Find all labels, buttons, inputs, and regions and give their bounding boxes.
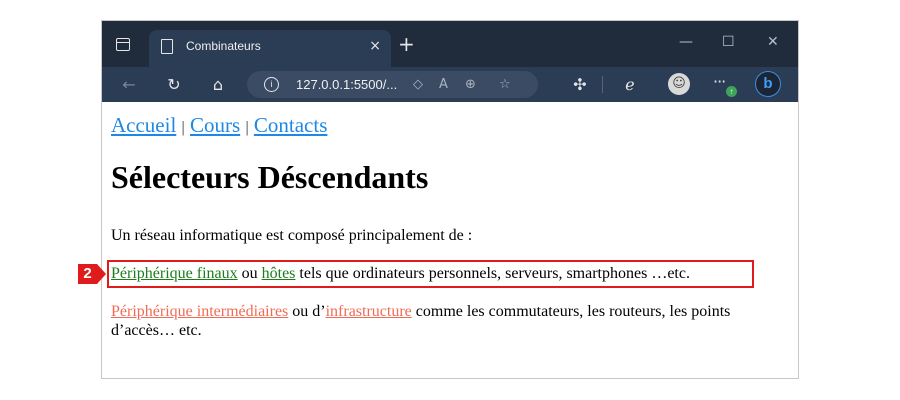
profile-avatar[interactable]: ☺ [668, 73, 690, 95]
step-badge: 2 [78, 264, 97, 284]
tracking-icon[interactable]: ◇ [413, 75, 423, 94]
nav-separator: | [181, 119, 185, 136]
browser-tab[interactable]: Combinateurs × [149, 30, 391, 67]
highlight-box [107, 260, 754, 288]
maximize-icon[interactable]: ☐ [722, 32, 735, 52]
zoom-icon[interactable]: ⊕ [465, 75, 476, 94]
page-content: Accueil | Cours | Contacts Sélecteurs Dé… [102, 102, 798, 378]
title-bar: Combinateurs × + — ☐ ✕ [102, 21, 798, 67]
minimize-icon[interactable]: — [679, 32, 693, 52]
page-title: Sélecteurs Déscendants [111, 159, 429, 195]
tab-close-icon[interactable]: × [369, 36, 381, 56]
back-arrow-icon[interactable]: ← [118, 74, 140, 96]
nav-link-cours[interactable]: Cours [190, 113, 240, 137]
tab-actions-icon[interactable] [116, 38, 130, 51]
refresh-icon[interactable]: ↻ [163, 74, 185, 96]
link-peripherique-intermediaires[interactable]: Périphérique intermédiaires [111, 303, 288, 320]
new-tab-icon[interactable]: + [398, 31, 415, 57]
top-nav: Accueil | Cours | Contacts [111, 113, 327, 140]
nav-link-accueil[interactable]: Accueil [111, 113, 176, 137]
more-icon[interactable]: ··· [713, 71, 726, 93]
add-favorite-icon[interactable]: ☆ [499, 75, 511, 94]
url-text[interactable]: 127.0.0.1:5500/... [296, 76, 397, 93]
update-badge: ↑ [726, 86, 737, 97]
bing-copilot-icon[interactable]: b [755, 71, 781, 97]
browser-toolbar: ← ↻ ⌂ i 127.0.0.1:5500/... ◇ A ⊕ ☆ ✣ ℯ ☺… [102, 67, 798, 102]
toolbar-divider [602, 76, 603, 93]
link-infrastructure[interactable]: infrastructure [326, 303, 412, 320]
tab-title: Combinateurs [186, 39, 261, 53]
nav-separator: | [245, 119, 249, 136]
address-bar[interactable]: i 127.0.0.1:5500/... ◇ A ⊕ ☆ [247, 71, 538, 98]
nav-link-contacts[interactable]: Contacts [254, 113, 328, 137]
extensions-icon[interactable]: ✣ [569, 74, 591, 96]
intro-paragraph: Un réseau informatique est composé princ… [111, 227, 473, 244]
info-icon[interactable]: i [264, 77, 279, 92]
paragraph-text: ou d’ [288, 303, 326, 320]
step-arrow-icon [97, 264, 106, 284]
paragraph-intermediate-devices: Périphérique intermédiaires ou d’infrast… [111, 302, 761, 340]
collections-icon[interactable]: ℯ [619, 74, 641, 96]
close-window-icon[interactable]: ✕ [767, 32, 779, 52]
browser-window: Combinateurs × + — ☐ ✕ ← ↻ ⌂ i 127.0.0.1… [101, 20, 799, 379]
home-icon[interactable]: ⌂ [207, 74, 229, 96]
read-aloud-icon[interactable]: A [439, 75, 448, 94]
document-icon [161, 39, 173, 54]
